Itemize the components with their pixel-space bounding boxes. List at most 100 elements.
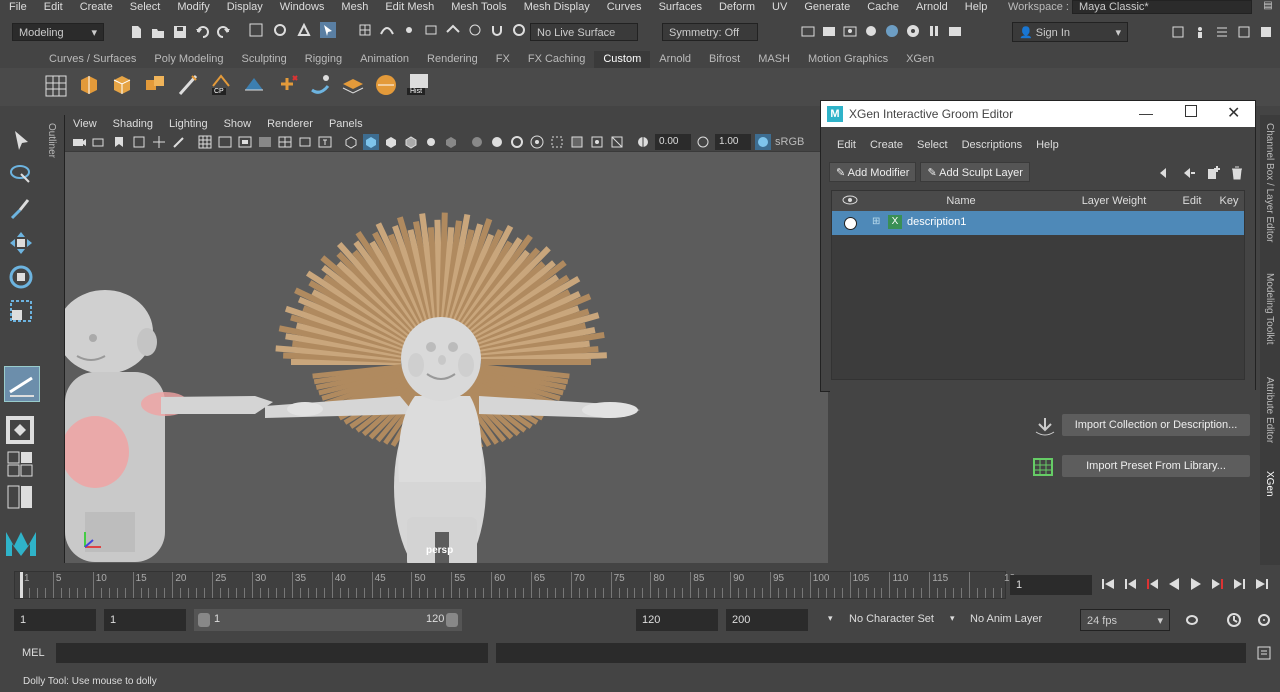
sculpt-brush-icon[interactable] (308, 72, 332, 98)
step-back-frame-icon[interactable] (1144, 576, 1160, 592)
shelf-tab-poly-modeling[interactable]: Poly Modeling (145, 51, 232, 68)
four-view-layout-icon[interactable] (6, 450, 34, 478)
open-scene-icon[interactable] (150, 24, 166, 40)
quad-draw-icon[interactable] (242, 72, 266, 98)
attribute-editor-icon[interactable] (1214, 24, 1230, 40)
bookmark-icon[interactable] (111, 134, 127, 150)
xgen-groom-editor-window[interactable]: M XGen Interactive Groom Editor — ✕ Edit… (820, 100, 1256, 392)
snap-curve-icon[interactable] (379, 22, 395, 38)
render-view-icon[interactable] (947, 23, 963, 39)
shelf-tab-xgen[interactable]: XGen (897, 51, 943, 68)
layers-tool-icon[interactable] (341, 72, 365, 98)
symmetry-select[interactable]: Symmetry: Off (662, 23, 758, 41)
render-frame-icon[interactable] (821, 23, 837, 39)
anim-layer-label[interactable]: No Anim Layer (970, 613, 1042, 625)
shelf-tab-bifrost[interactable]: Bifrost (700, 51, 749, 68)
viewport-menu-renderer[interactable]: Renderer (259, 115, 321, 133)
isolate-select-icon[interactable] (549, 134, 565, 150)
image-plane-icon[interactable] (131, 134, 147, 150)
sphere-tool-icon[interactable] (374, 72, 398, 98)
grid-toggle-icon[interactable] (197, 134, 213, 150)
auto-key-icon[interactable] (1226, 612, 1242, 628)
menu-item-mesh[interactable]: Mesh (332, 2, 376, 13)
import-collection-button[interactable]: Import Collection or Description... (1062, 414, 1250, 436)
attribute-editor-tab[interactable]: Attribute Editor (1264, 377, 1275, 443)
safe-title-icon[interactable] (317, 134, 333, 150)
xgen-menu-descriptions[interactable]: Descriptions (956, 139, 1031, 151)
shelf-tab-curves-surfaces[interactable]: Curves / Surfaces (40, 51, 145, 68)
mode-select[interactable]: Modeling ▾ (12, 23, 104, 41)
add-sculpt-layer-button[interactable]: ✎ Add Sculpt Layer (920, 162, 1030, 182)
chevron-down-icon[interactable]: ▾ (950, 613, 955, 624)
shelf-tab-animation[interactable]: Animation (351, 51, 418, 68)
undo-icon[interactable] (194, 24, 210, 40)
snap-point-icon[interactable] (401, 22, 417, 38)
shelf-tab-fx[interactable]: FX (487, 51, 519, 68)
hierarchy-select-icon[interactable] (248, 22, 264, 38)
character-controls-icon[interactable] (1192, 24, 1208, 40)
poly-cube-icon[interactable] (110, 72, 134, 98)
step-back-key-icon[interactable] (1122, 576, 1138, 592)
gamma-icon[interactable] (695, 134, 711, 150)
cp-tool-icon[interactable]: CP (209, 72, 233, 98)
xgen-menu-edit[interactable]: Edit (831, 139, 864, 151)
column-layer-weight[interactable]: Layer Weight (1058, 195, 1170, 207)
tool-settings-icon[interactable] (1236, 24, 1252, 40)
play-forwards-icon[interactable] (1188, 576, 1204, 592)
object-select-icon[interactable] (272, 22, 288, 38)
gamma-field[interactable]: 1.00 (715, 134, 751, 150)
trash-icon[interactable] (1229, 165, 1245, 181)
viewport-menu-view[interactable]: View (65, 115, 105, 133)
step-forward-key-icon[interactable] (1232, 576, 1248, 592)
use-all-lights-icon[interactable] (423, 134, 439, 150)
menu-item-arnold[interactable]: Arnold (907, 2, 956, 13)
play-backwards-icon[interactable] (1166, 576, 1182, 592)
menu-item-select[interactable]: Select (121, 2, 169, 13)
menu-item-mesh-display[interactable]: Mesh Display (515, 2, 598, 13)
move-tool-icon[interactable] (8, 230, 34, 256)
grid-tool-icon[interactable] (44, 72, 68, 98)
redo-icon[interactable] (216, 24, 232, 40)
wireframe-icon[interactable] (343, 134, 359, 150)
color-management-icon[interactable] (755, 134, 771, 150)
viewport-panel[interactable]: View Shading Lighting Show Renderer Panels 0.… (64, 115, 828, 563)
menu-toggle-icon[interactable]: ▤ (1258, 0, 1278, 14)
bevel-icon[interactable] (143, 72, 167, 98)
maximize-icon[interactable] (1185, 105, 1197, 117)
menu-item-deform[interactable]: Deform (710, 2, 763, 13)
visibility-toggle-icon[interactable] (844, 217, 857, 230)
column-edit[interactable]: Edit (1172, 195, 1212, 207)
range-start-handle[interactable] (198, 613, 210, 627)
viewport-menu-show[interactable]: Show (216, 115, 260, 133)
menu-item-mesh-tools[interactable]: Mesh Tools (442, 2, 514, 13)
shelf-tab-motion-graphics[interactable]: Motion Graphics (799, 51, 897, 68)
character-set-label[interactable]: No Character Set (849, 613, 934, 625)
viewport-menu-panels[interactable]: Panels (321, 115, 371, 133)
merge-vertices-icon[interactable] (275, 72, 299, 98)
outliner-tab[interactable]: Outliner (46, 123, 57, 158)
expand-icon[interactable]: ⊞ (872, 216, 880, 227)
xgen-tab[interactable]: XGen (1264, 471, 1275, 497)
xray-components-icon[interactable] (609, 134, 625, 150)
snap-grid-icon[interactable] (357, 22, 373, 38)
go-to-start-icon[interactable] (1100, 576, 1116, 592)
xgen-titlebar[interactable]: M XGen Interactive Groom Editor — ✕ (821, 101, 1255, 127)
shelf-tab-arnold[interactable]: Arnold (650, 51, 700, 68)
anti-aliasing-icon[interactable] (509, 134, 525, 150)
preferences-icon[interactable] (1256, 612, 1272, 628)
playback-end-field[interactable]: 120 (636, 609, 718, 631)
rotate-tool-icon[interactable] (8, 264, 34, 290)
select-mode-icon[interactable] (320, 22, 336, 38)
current-time-indicator[interactable] (20, 572, 23, 598)
modeling-toolkit-tab[interactable]: Modeling Toolkit (1264, 273, 1275, 345)
fps-select[interactable]: 24 fps ▾ (1080, 609, 1170, 631)
viewport-menu-shading[interactable]: Shading (105, 115, 161, 133)
menu-item-help[interactable]: Help (956, 2, 996, 13)
menu-item-edit[interactable]: Edit (35, 2, 71, 13)
resolution-gate-icon[interactable] (237, 134, 253, 150)
film-gate-icon[interactable] (217, 134, 233, 150)
shadows-icon[interactable] (443, 134, 459, 150)
shelf-tab-rendering[interactable]: Rendering (418, 51, 487, 68)
depth-of-field-icon[interactable] (529, 134, 545, 150)
paint-select-icon[interactable] (8, 196, 34, 222)
